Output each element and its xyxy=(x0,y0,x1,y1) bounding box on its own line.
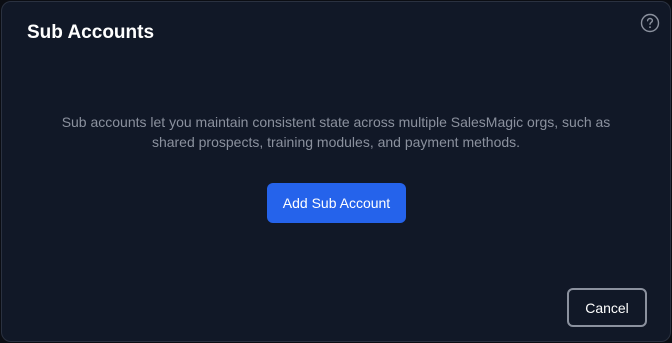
add-sub-account-button[interactable]: Add Sub Account xyxy=(267,183,406,223)
dialog-description: Sub accounts let you maintain consistent… xyxy=(61,114,611,150)
help-icon[interactable] xyxy=(640,13,660,33)
cancel-button[interactable]: Cancel xyxy=(567,288,647,327)
question-circle-icon xyxy=(640,13,660,33)
dialog-title: Sub Accounts xyxy=(27,22,155,43)
sub-accounts-dialog: Sub Accounts Sub accounts let you mainta… xyxy=(1,1,671,342)
